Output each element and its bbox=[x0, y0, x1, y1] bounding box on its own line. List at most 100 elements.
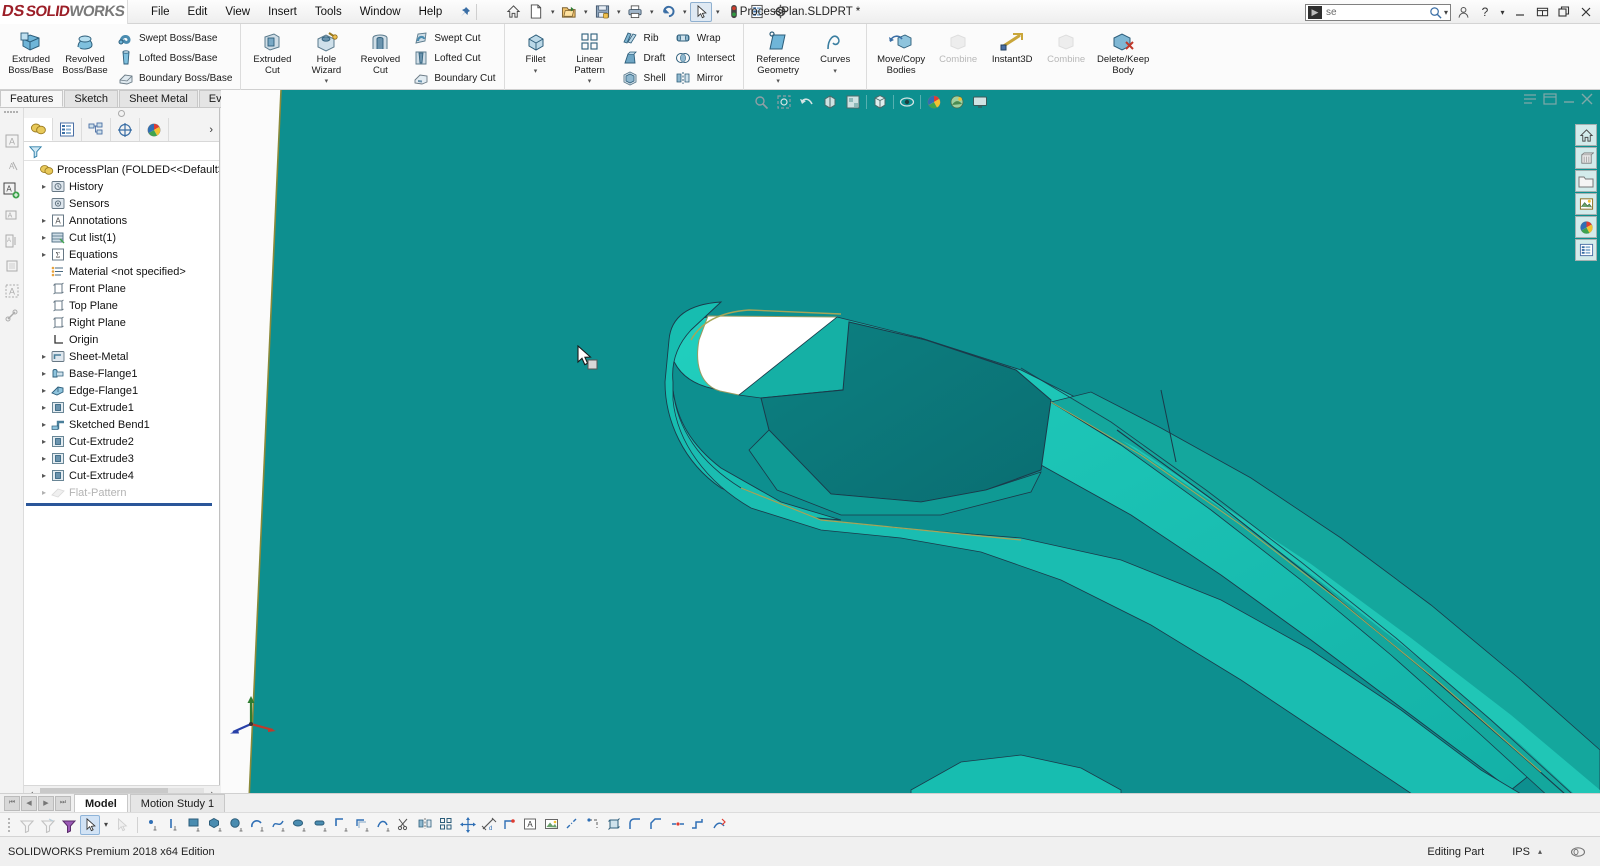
menu-item-view[interactable]: View bbox=[216, 3, 259, 21]
help-icon[interactable]: ? bbox=[1475, 2, 1495, 22]
rail-link-icon[interactable] bbox=[2, 305, 22, 326]
trim-entities-icon[interactable] bbox=[395, 815, 415, 835]
expander-icon[interactable]: ▸ bbox=[38, 488, 50, 497]
linear-sketch-pattern-icon[interactable] bbox=[437, 815, 457, 835]
expander-icon[interactable]: ▸ bbox=[38, 182, 50, 191]
expander-icon[interactable]: ▸ bbox=[38, 454, 50, 463]
dimxpert-manager-tab[interactable] bbox=[111, 118, 140, 141]
zoom-to-area-icon[interactable] bbox=[774, 92, 794, 112]
rail-annotations-icon[interactable]: A bbox=[2, 130, 22, 151]
view-appearance-sphere-icon[interactable] bbox=[1575, 216, 1597, 238]
extruded-cut-button[interactable]: Extruded Cut bbox=[245, 26, 299, 76]
close-button[interactable] bbox=[1576, 2, 1596, 22]
convert-entities-icon[interactable] bbox=[374, 815, 394, 835]
view-display-states-icon[interactable] bbox=[1575, 239, 1597, 261]
jog-line-icon[interactable] bbox=[689, 815, 709, 835]
corner-rectangle-icon[interactable] bbox=[332, 815, 352, 835]
collapse-ribbon-icon[interactable] bbox=[1522, 92, 1538, 106]
help-caret-icon[interactable]: ▾ bbox=[1497, 2, 1508, 22]
tree-node-edge-flange1[interactable]: ▸ Edge-Flange1 bbox=[24, 382, 219, 399]
fillet-sketch-icon[interactable] bbox=[626, 815, 646, 835]
shell-button[interactable]: Shell bbox=[617, 68, 670, 88]
section-view-icon[interactable] bbox=[820, 92, 840, 112]
pin-icon[interactable] bbox=[459, 6, 471, 18]
tree-node-equations[interactable]: ▸ Σ Equations bbox=[24, 246, 219, 263]
new-document-caret-icon[interactable]: ▾ bbox=[548, 8, 557, 16]
hole-wizard-dropdown-caret-icon[interactable]: ▾ bbox=[325, 77, 329, 85]
intersect-button[interactable]: Intersect bbox=[670, 48, 739, 68]
save-icon[interactable] bbox=[591, 2, 613, 22]
arc-icon[interactable] bbox=[248, 815, 268, 835]
rail-grip[interactable] bbox=[4, 110, 20, 115]
manager-tabs-more-icon[interactable]: › bbox=[203, 124, 219, 136]
filter-faces-icon[interactable] bbox=[17, 815, 37, 835]
sketch-toolbar-grip[interactable] bbox=[8, 817, 12, 833]
home-icon[interactable] bbox=[502, 2, 524, 22]
expander-icon[interactable]: ▸ bbox=[38, 471, 50, 480]
ellipse-icon[interactable] bbox=[290, 815, 310, 835]
rail-block-icon[interactable] bbox=[2, 255, 22, 276]
tab-nav-prev[interactable]: ◀ bbox=[21, 795, 37, 811]
mirror-entities-icon[interactable] bbox=[416, 815, 436, 835]
tree-node-material[interactable]: Material <not specified> bbox=[24, 263, 219, 280]
filter-vertices-icon[interactable] bbox=[59, 815, 79, 835]
display-style-icon[interactable] bbox=[870, 92, 890, 112]
tab-model[interactable]: Model bbox=[74, 794, 128, 812]
expander-icon[interactable]: ▸ bbox=[38, 386, 50, 395]
tab-motion-study-1[interactable]: Motion Study 1 bbox=[129, 794, 226, 812]
reference-geometry-dropdown-caret-icon[interactable]: ▾ bbox=[776, 77, 780, 85]
tree-filter-row[interactable] bbox=[24, 142, 219, 161]
tab-nav-last[interactable]: ⏭ bbox=[55, 795, 71, 811]
tab-features[interactable]: Features bbox=[0, 90, 64, 107]
tree-node-annotations[interactable]: ▸ A Annotations bbox=[24, 212, 219, 229]
view-scenes-folder-icon[interactable] bbox=[1575, 170, 1597, 192]
menu-item-help[interactable]: Help bbox=[410, 3, 452, 21]
tree-node-top-plane[interactable]: Top Plane bbox=[24, 297, 219, 314]
status-units-caret-icon[interactable]: ▴ bbox=[1538, 847, 1542, 856]
centerline-icon[interactable] bbox=[563, 815, 583, 835]
undo-icon[interactable] bbox=[657, 2, 679, 22]
minimize-window-icon[interactable] bbox=[1562, 92, 1576, 106]
rail-dimension-icon[interactable]: A bbox=[2, 155, 22, 176]
configuration-manager-tab[interactable] bbox=[82, 118, 111, 141]
tree-node-origin[interactable]: Origin bbox=[24, 331, 219, 348]
repair-sketch-icon[interactable] bbox=[710, 815, 730, 835]
tree-node-sensors[interactable]: Sensors bbox=[24, 195, 219, 212]
select-caret-icon[interactable]: ▾ bbox=[101, 815, 111, 835]
sketch-picture-icon[interactable] bbox=[542, 815, 562, 835]
restore-window-icon[interactable] bbox=[1542, 92, 1558, 106]
graphics-viewport[interactable] bbox=[221, 90, 1600, 800]
polygon-icon[interactable] bbox=[206, 815, 226, 835]
draft-button[interactable]: Draft bbox=[617, 48, 670, 68]
user-account-icon[interactable] bbox=[1453, 2, 1473, 22]
print-icon[interactable] bbox=[624, 2, 646, 22]
expander-icon[interactable]: ▸ bbox=[38, 420, 50, 429]
point-icon[interactable] bbox=[143, 815, 163, 835]
rib-button[interactable]: Rib bbox=[617, 28, 670, 48]
tree-node-cut-extrude4[interactable]: ▸ Cut-Extrude4 bbox=[24, 467, 219, 484]
minimize-button[interactable] bbox=[1510, 2, 1530, 22]
options-list-icon[interactable] bbox=[746, 2, 768, 22]
curves-dropdown-caret-icon[interactable]: ▾ bbox=[833, 67, 837, 75]
new-document-icon[interactable] bbox=[525, 2, 547, 22]
construction-geometry-icon[interactable] bbox=[584, 815, 604, 835]
revolved-cut-button[interactable]: Revolved Cut bbox=[353, 26, 407, 76]
rail-text-icon[interactable]: A bbox=[2, 280, 22, 301]
rebuild-icon[interactable] bbox=[723, 2, 745, 22]
search-input[interactable]: ▶ se ▾ bbox=[1305, 3, 1451, 21]
restore-button[interactable] bbox=[1532, 2, 1552, 22]
delete-keep-body-button[interactable]: Delete/Keep Body bbox=[1093, 26, 1153, 76]
tab-nav-first[interactable]: ⏮ bbox=[4, 795, 20, 811]
lofted-cut-button[interactable]: Lofted Cut bbox=[407, 48, 499, 68]
previous-view-icon[interactable] bbox=[797, 92, 817, 112]
tab-nav-next[interactable]: ▶ bbox=[38, 795, 54, 811]
open-folder-icon[interactable] bbox=[558, 2, 580, 22]
line-icon[interactable] bbox=[164, 815, 184, 835]
undo-caret-icon[interactable]: ▾ bbox=[680, 8, 689, 16]
fillet-dropdown-caret-icon[interactable]: ▾ bbox=[534, 67, 538, 75]
menu-item-insert[interactable]: Insert bbox=[259, 3, 306, 21]
view-home-icon[interactable] bbox=[1575, 124, 1597, 146]
rail-note-icon[interactable]: A bbox=[2, 205, 22, 226]
mirror-button[interactable]: Mirror bbox=[670, 68, 739, 88]
revolved-boss-base-button[interactable]: Revolved Boss/Base bbox=[58, 26, 112, 76]
